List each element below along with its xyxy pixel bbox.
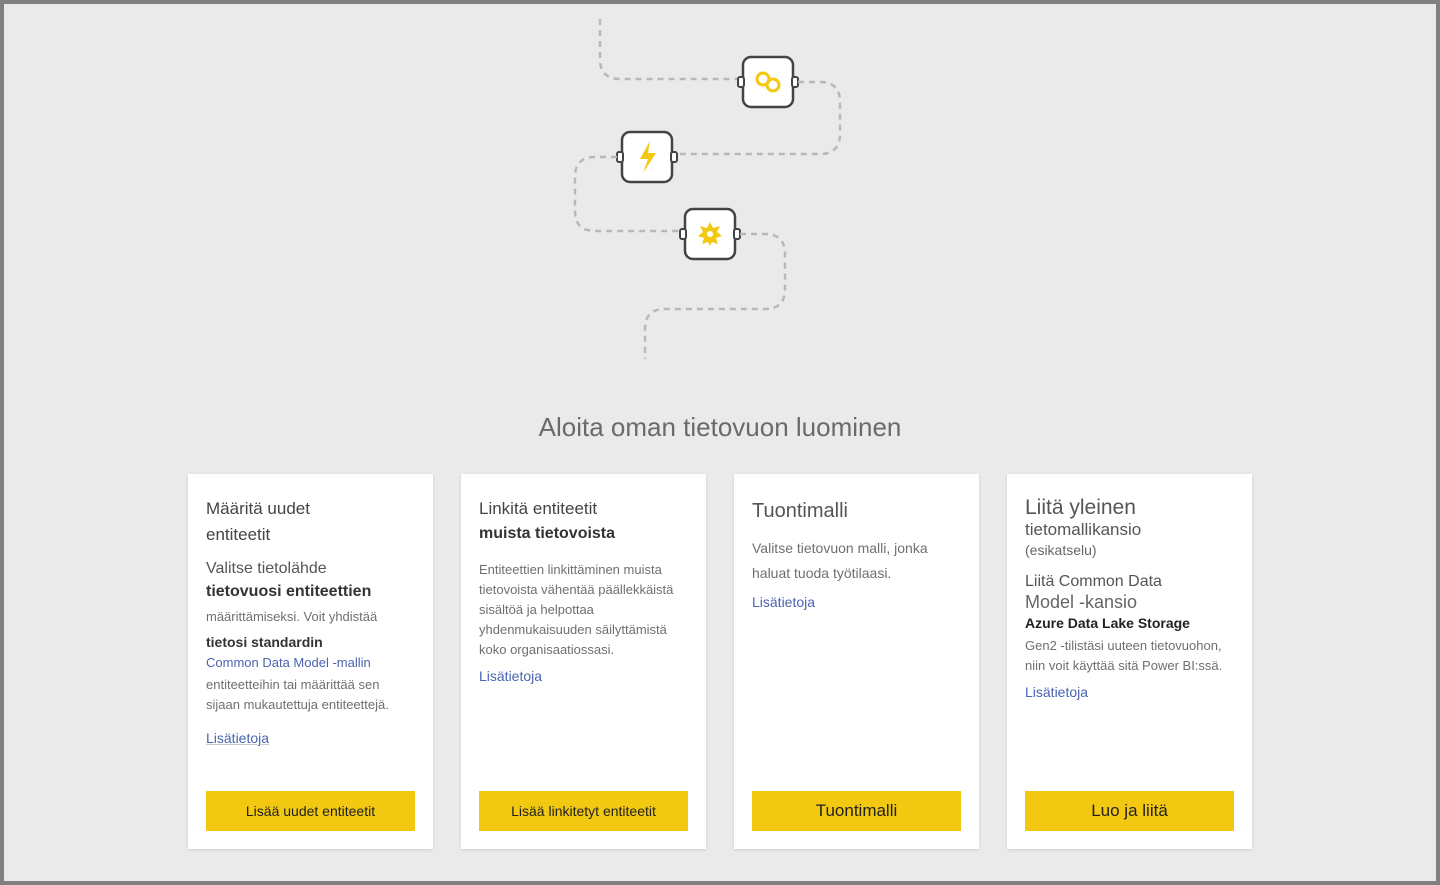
card-title: Liitä yleinen tietomallikansio <box>1025 496 1234 540</box>
card-title: Määritä uudet entiteetit <box>206 496 415 547</box>
dataflow-create-page: Aloita oman tietovuon luominen Määritä u… <box>4 4 1436 881</box>
import-model-button[interactable]: Tuontimalli <box>752 791 961 831</box>
card-body: määrittämiseksi. Voit yhdistää tietosi s… <box>206 607 415 715</box>
card-title: Linkitä entiteetit muista tietovoista <box>479 496 688 546</box>
card-sub2: Model -kansio <box>1025 592 1234 614</box>
card-link-entities: Linkitä entiteetit muista tietovoista En… <box>461 474 706 849</box>
card-attach-cdm-folder: Liitä yleinen tietomallikansio (esikatse… <box>1007 474 1252 849</box>
learn-more-link[interactable]: Lisätietoja <box>479 668 688 684</box>
card-sub1: Liitä Common Data <box>1025 572 1234 593</box>
hero-illustration <box>540 19 900 359</box>
page-title: Aloita oman tietovuon luominen <box>4 412 1436 443</box>
option-cards: Määritä uudet entiteetit Valitse tietolä… <box>4 474 1436 849</box>
card-subtitle: Valitse tietolähde tietovuosi entiteetti… <box>206 557 415 603</box>
card-sub3: Azure Data Lake Storage <box>1025 614 1234 634</box>
card-body: Valitse tietovuon malli, jonka haluat tu… <box>752 536 961 586</box>
add-new-entities-button[interactable]: Lisää uudet entiteetit <box>206 791 415 831</box>
learn-more-link[interactable]: Lisätietoja <box>1025 684 1234 700</box>
preview-label: (esikatselu) <box>1025 542 1234 558</box>
card-title: Tuontimalli <box>752 496 961 526</box>
card-define-new-entities: Määritä uudet entiteetit Valitse tietolä… <box>188 474 433 849</box>
card-body: Gen2 -tilistäsi uuteen tietovuohon, niin… <box>1025 636 1234 676</box>
cdm-link[interactable]: Common Data Model -mallin <box>206 653 415 673</box>
add-linked-entities-button[interactable]: Lisää linkitetyt entiteetit <box>479 791 688 831</box>
learn-more-link[interactable]: Lisätietoja <box>752 594 961 610</box>
learn-more-link[interactable]: Lisätietoja <box>206 730 415 746</box>
card-body: Entiteettien linkittäminen muista tietov… <box>479 560 688 661</box>
card-import-model: Tuontimalli Valitse tietovuon malli, jon… <box>734 474 979 849</box>
create-and-attach-button[interactable]: Luo ja liitä <box>1025 791 1234 831</box>
